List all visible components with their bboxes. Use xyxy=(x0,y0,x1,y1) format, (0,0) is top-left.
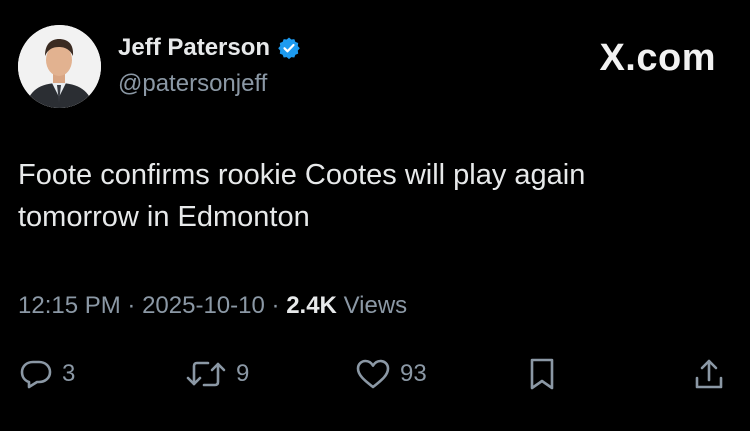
meta-separator: · xyxy=(271,292,280,319)
share-button[interactable] xyxy=(692,352,726,396)
views-count: 2.4K xyxy=(286,292,337,319)
avatar[interactable] xyxy=(18,25,101,108)
avatar-photo xyxy=(18,25,101,108)
verified-badge-icon xyxy=(277,36,301,60)
share-icon xyxy=(692,356,726,392)
tweet-time[interactable]: 12:15 PM xyxy=(18,292,121,319)
tweet-meta: 12:15 PM · 2025-10-10 · 2.4K Views xyxy=(18,292,407,320)
author-handle[interactable]: @patersonjeff xyxy=(118,70,267,98)
reply-count: 3 xyxy=(62,360,76,387)
reply-icon xyxy=(18,356,54,392)
like-icon xyxy=(354,356,392,392)
repost-icon xyxy=(184,356,228,392)
reply-button[interactable]: 3 xyxy=(18,352,75,396)
bookmark-icon xyxy=(526,356,558,392)
like-button[interactable]: 93 xyxy=(354,352,427,396)
author-name-row: Jeff Paterson xyxy=(118,34,301,62)
repost-count: 9 xyxy=(236,360,250,387)
like-count: 93 xyxy=(400,360,427,387)
views-label: Views xyxy=(343,292,408,319)
brand-logo: X.com xyxy=(599,37,716,79)
tweet-text: Foote confirms rookie Cootes will play a… xyxy=(18,159,586,233)
author-display-name[interactable]: Jeff Paterson xyxy=(118,34,270,62)
bookmark-button[interactable] xyxy=(526,352,558,396)
tweet-date[interactable]: 2025-10-10 xyxy=(142,292,265,319)
meta-separator: · xyxy=(127,292,136,319)
action-bar: 3 9 93 xyxy=(18,352,730,396)
repost-button[interactable]: 9 xyxy=(184,352,249,396)
